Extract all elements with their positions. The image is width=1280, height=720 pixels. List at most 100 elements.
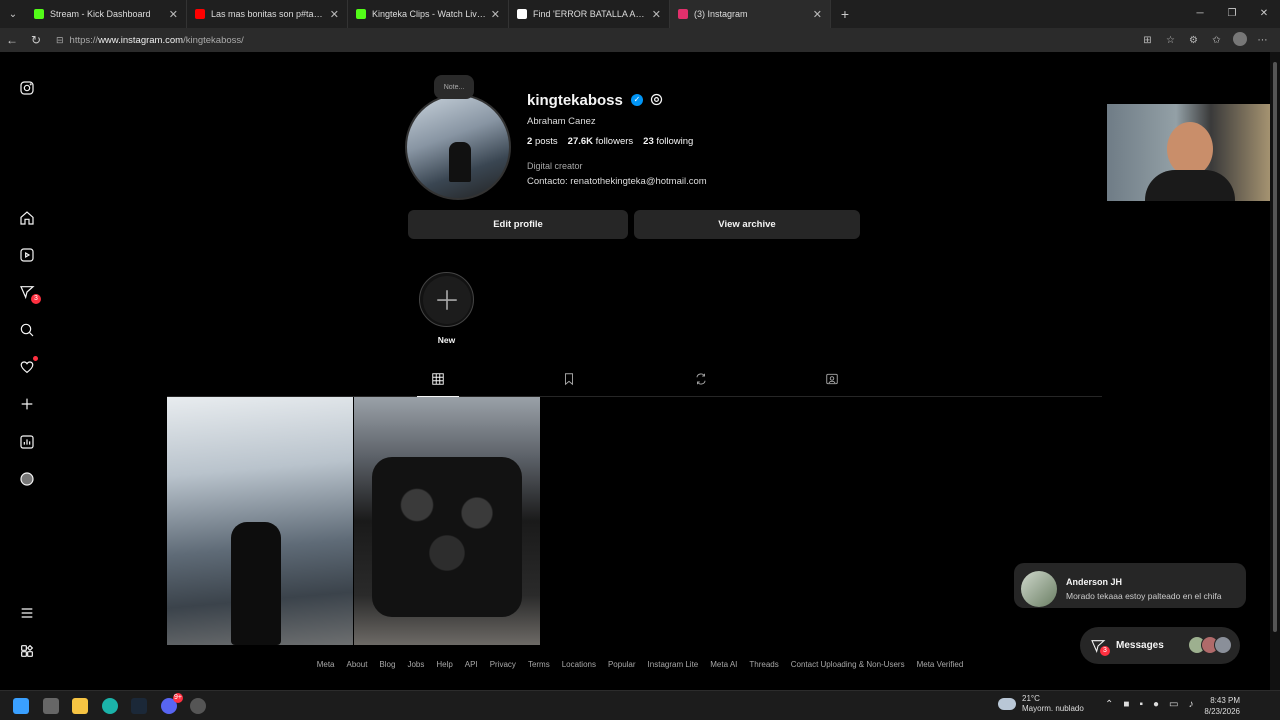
maximize-icon[interactable]: ❐: [1216, 0, 1248, 28]
weather-text: 21°C Mayorm. nublado: [1022, 694, 1084, 714]
site-info-icon[interactable]: ⊟: [56, 35, 64, 46]
footer-link[interactable]: Meta: [317, 660, 335, 669]
followers-stat[interactable]: 27.6K followers: [568, 136, 634, 147]
tab-posts-grid-icon[interactable]: [417, 372, 459, 397]
discord-icon[interactable]: 9+: [161, 693, 183, 714]
following-stat[interactable]: 23 following: [643, 136, 693, 147]
footer-link[interactable]: Terms: [528, 660, 550, 669]
taskbar-clock[interactable]: 8:43 PM 8/23/2026: [1200, 695, 1240, 717]
app-available-icon[interactable]: ⊞: [1136, 35, 1159, 46]
task-view-icon[interactable]: [43, 698, 59, 714]
url-path: /kingtekaboss/: [183, 34, 244, 46]
back-arrow-icon[interactable]: ←: [0, 33, 24, 47]
extensions-icon[interactable]: ⚙: [1182, 35, 1205, 46]
profile-bio-contact: Contacto: renatothekingteka@hotmail.com: [527, 176, 707, 187]
footer-link[interactable]: Privacy: [490, 660, 516, 669]
post-thumbnail[interactable]: [167, 397, 353, 645]
browser-tab[interactable]: Stream - Kick Dashboard ✕: [26, 0, 187, 28]
new-tab-plus-icon[interactable]: +: [831, 6, 859, 22]
post-thumbnail[interactable]: [354, 397, 540, 645]
more-options-icon[interactable]: ⋯: [1251, 35, 1274, 46]
url-prefix: https://: [69, 34, 99, 46]
messages-button[interactable]: 3 Messages: [1080, 627, 1240, 664]
dashboard-chart-icon[interactable]: [17, 432, 37, 452]
close-window-icon[interactable]: ✕: [1248, 0, 1280, 28]
footer-link[interactable]: Meta Verified: [917, 660, 964, 669]
tab-saved-bookmark-icon[interactable]: [548, 372, 590, 397]
settings-gear-icon[interactable]: [649, 92, 664, 107]
new-highlight-button[interactable]: [419, 272, 474, 327]
close-tab-icon[interactable]: ✕: [652, 8, 661, 21]
minimize-icon[interactable]: ─: [1184, 0, 1216, 28]
scrollbar-thumb[interactable]: [1273, 62, 1277, 632]
tab-actions-chevron-icon[interactable]: ⌄: [0, 0, 26, 28]
steam-icon[interactable]: [131, 698, 147, 714]
notifications-heart-icon[interactable]: [17, 356, 38, 377]
sender-name: Anderson JH: [1066, 577, 1123, 587]
clock-time: 8:43 PM: [1210, 696, 1240, 705]
youtube-favicon-icon: [195, 9, 205, 19]
tray-app-icon[interactable]: ▪: [1139, 699, 1143, 710]
footer-link[interactable]: Contact Uploading & Non-Users: [791, 660, 905, 669]
page-scrollbar[interactable]: [1270, 52, 1280, 690]
microphone-icon[interactable]: ●: [1153, 699, 1159, 710]
tab-title: Find 'ERROR BATALLA AURA' on TikTok: [533, 9, 648, 19]
network-icon[interactable]: ▭: [1169, 699, 1178, 710]
footer-link[interactable]: API: [465, 660, 478, 669]
footer-link[interactable]: Meta AI: [710, 660, 737, 669]
footer-link[interactable]: Popular: [608, 660, 636, 669]
refresh-icon[interactable]: ↻: [24, 33, 48, 47]
footer-link[interactable]: About: [347, 660, 368, 669]
edit-profile-button[interactable]: Edit profile: [408, 210, 628, 239]
url-field[interactable]: ⊟ https://www.instagram.com/kingtekaboss…: [56, 30, 1136, 50]
obs-recording-icon[interactable]: [190, 698, 206, 714]
profile-avatar-icon[interactable]: [17, 469, 37, 489]
browser-tab-active[interactable]: (3) Instagram ✕: [670, 0, 831, 28]
message-notification-toast[interactable]: Anderson JH Morado tekaaa estoy palteado…: [1014, 563, 1246, 608]
tab-tagged-icon[interactable]: [811, 372, 853, 397]
instagram-sidebar: 3: [0, 52, 54, 690]
footer-link[interactable]: Threads: [749, 660, 778, 669]
browser-tab[interactable]: Find 'ERROR BATALLA AURA' on TikTok ✕: [509, 0, 670, 28]
weather-widget[interactable]: 21°C Mayorm. nublado: [998, 694, 1084, 714]
favorite-star-icon[interactable]: ☆: [1159, 35, 1182, 46]
verified-badge-icon: ✓: [631, 94, 643, 106]
profile-note-bubble[interactable]: Note...: [434, 75, 474, 99]
footer-link[interactable]: Instagram Lite: [648, 660, 699, 669]
create-plus-icon[interactable]: [17, 394, 37, 414]
clock-date: 8/23/2026: [1204, 707, 1240, 716]
profile-full-name: Abraham Canez: [527, 116, 596, 127]
followers-count: 27.6K: [567, 136, 594, 147]
favorites-list-icon[interactable]: ✩: [1205, 35, 1228, 46]
messages-icon[interactable]: 3: [17, 282, 41, 304]
volume-icon[interactable]: ♪: [1188, 699, 1193, 710]
footer-link[interactable]: Blog: [379, 660, 395, 669]
browser-tab[interactable]: Las mas bonitas son p#tas - YouTube ✕: [187, 0, 348, 28]
edge-browser-icon[interactable]: [102, 698, 118, 714]
view-archive-button[interactable]: View archive: [634, 210, 860, 239]
show-hidden-icons-icon[interactable]: ⌃: [1105, 699, 1113, 710]
close-tab-icon[interactable]: ✕: [330, 8, 339, 21]
close-tab-icon[interactable]: ✕: [169, 8, 178, 21]
also-from-meta-icon[interactable]: [17, 641, 37, 661]
home-icon[interactable]: [17, 208, 37, 228]
search-icon[interactable]: [17, 320, 37, 340]
profile-picture[interactable]: [405, 94, 511, 200]
tab-title: (3) Instagram: [694, 9, 748, 19]
tab-reposts-icon[interactable]: [680, 372, 722, 397]
footer-link[interactable]: Locations: [562, 660, 596, 669]
discord-badge: 9+: [173, 693, 183, 703]
instagram-logo-icon[interactable]: [17, 78, 37, 98]
tray-app-icon[interactable]: ■: [1123, 699, 1129, 710]
close-tab-icon[interactable]: ✕: [491, 8, 500, 21]
reels-icon[interactable]: [17, 245, 37, 265]
footer-link[interactable]: Help: [436, 660, 452, 669]
profile-avatar-icon[interactable]: [1228, 31, 1251, 49]
file-explorer-icon[interactable]: [72, 698, 88, 714]
windows-start-icon[interactable]: [13, 698, 29, 714]
close-tab-icon[interactable]: ✕: [813, 8, 822, 21]
browser-tab[interactable]: Kingteka Clips - Watch Live on Kick ✕: [348, 0, 509, 28]
more-menu-icon[interactable]: [17, 603, 37, 623]
tab-title: Kingteka Clips - Watch Live on Kick: [372, 9, 487, 19]
footer-link[interactable]: Jobs: [407, 660, 424, 669]
